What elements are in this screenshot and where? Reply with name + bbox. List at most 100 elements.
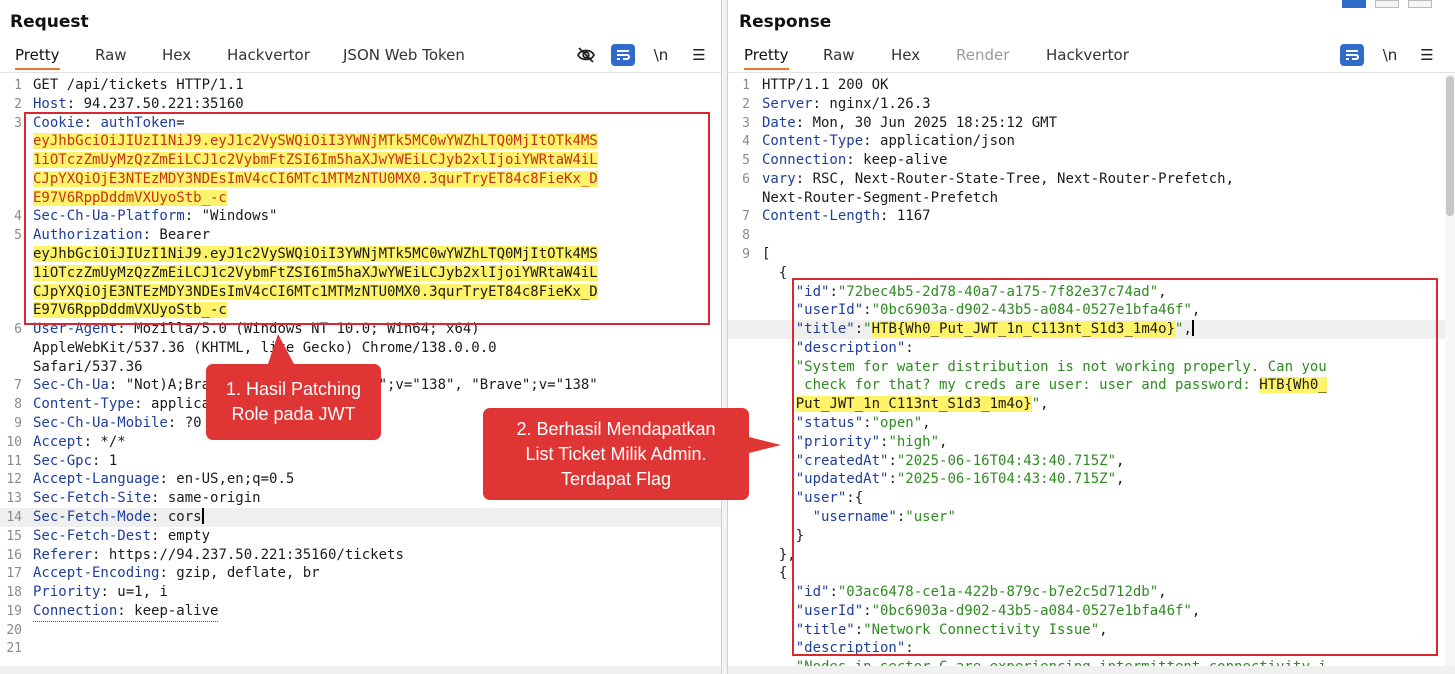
- wrap-lines-icon[interactable]: [611, 44, 635, 66]
- code-token: ,: [922, 415, 931, 432]
- code-line[interactable]: 6 vary: RSC, Next-Router-State-Tree, Next…: [728, 170, 1455, 189]
- menu-icon[interactable]: ☰: [1415, 44, 1439, 66]
- code-line[interactable]: eyJhbGciOiJIUzI1NiJ9.eyJ1c2VySWQiOiI3YWN…: [0, 132, 721, 151]
- code-text: check for that? my creds are user: user …: [762, 376, 1327, 395]
- code-line[interactable]: 19 Connection: keep-alive: [0, 602, 721, 622]
- code-token: ": [1031, 396, 1041, 413]
- code-line[interactable]: "createdAt":"2025-06-16T04:43:40.715Z",: [728, 452, 1455, 471]
- code-line[interactable]: "id":"72bec4b5-2d78-40a7-a175-7f82e37c74…: [728, 283, 1455, 302]
- code-line[interactable]: E97V6RppDddmVXUyoStb_-c: [0, 301, 721, 320]
- code-line[interactable]: "description":: [728, 339, 1455, 358]
- code-line[interactable]: 9[: [728, 245, 1455, 264]
- tab-response-raw[interactable]: Raw: [823, 46, 855, 70]
- request-horizontal-scrollbar[interactable]: [0, 666, 721, 674]
- wrap-lines-icon[interactable]: [1340, 44, 1364, 66]
- line-number: 12: [6, 472, 22, 488]
- code-line[interactable]: 6 User-Agent: Mozilla/5.0 (Windows NT 10.…: [0, 320, 721, 339]
- code-token: Next-Router-Segment-Prefetch: [762, 189, 999, 206]
- tab-response-render[interactable]: Render: [956, 46, 1009, 70]
- code-token: "id": [762, 584, 830, 601]
- code-token: Content-Type: [762, 133, 864, 150]
- layout-button-3[interactable]: [1408, 0, 1432, 8]
- code-text: CJpYXQiOjE3NTEzMDY3NDEsImV4cCI6MTc1MTMzN…: [33, 170, 598, 189]
- code-line[interactable]: 1iOTczZmUyMzQzZmEiLCJ1c2VybmFtZSI6Im5haX…: [0, 151, 721, 170]
- code-line[interactable]: 4 Content-Type: application/json: [728, 132, 1455, 151]
- code-line[interactable]: eyJhbGciOiJIUzI1NiJ9.eyJ1c2VySWQiOiI3YWN…: [0, 245, 721, 264]
- code-line[interactable]: 3 Cookie: authToken=: [0, 114, 721, 133]
- response-horizontal-scrollbar[interactable]: [728, 666, 1455, 674]
- eye-off-icon[interactable]: [574, 44, 598, 66]
- code-line[interactable]: 2 Host: 94.237.50.221:35160: [0, 95, 721, 114]
- code-line[interactable]: },: [728, 546, 1455, 565]
- code-line[interactable]: "id":"03ac6478-ce1a-422b-879c-b7e2c5d712…: [728, 583, 1455, 602]
- layout-button-1[interactable]: [1342, 0, 1366, 8]
- code-token: {: [762, 565, 788, 582]
- code-line[interactable]: check for that? my creds are user: user …: [728, 376, 1455, 395]
- code-line[interactable]: 4 Sec-Ch-Ua-Platform: "Windows": [0, 207, 721, 226]
- code-line[interactable]: 2 Server: nginx/1.26.3: [728, 95, 1455, 114]
- tab-request-hackvertor[interactable]: Hackvertor: [227, 46, 310, 70]
- code-line[interactable]: 18 Priority: u=1, i: [0, 583, 721, 602]
- code-line[interactable]: Put_JWT_1n_C113nt_S1d3_1m4o}",: [728, 395, 1455, 414]
- tab-request-pretty[interactable]: Pretty: [15, 46, 60, 70]
- code-token: :{: [846, 490, 864, 507]
- tab-response-hex[interactable]: Hex: [891, 46, 920, 70]
- tab-response-pretty[interactable]: Pretty: [744, 46, 789, 70]
- code-line[interactable]: "user":{: [728, 489, 1455, 508]
- code-line[interactable]: 5 Authorization: Bearer: [0, 226, 721, 245]
- code-line[interactable]: "title":"HTB{Wh0_Put_JWT_1n_C113nt_S1d3_…: [728, 320, 1455, 340]
- code-text: eyJhbGciOiJIUzI1NiJ9.eyJ1c2VySWQiOiI3YWN…: [33, 245, 598, 264]
- code-token: : keep-alive: [117, 602, 219, 619]
- code-line[interactable]: "username":"user": [728, 508, 1455, 527]
- code-line[interactable]: 1iOTczZmUyMzQzZmEiLCJ1c2VybmFtZSI6Im5haX…: [0, 264, 721, 283]
- code-line[interactable]: CJpYXQiOjE3NTEzMDY3NDEsImV4cCI6MTc1MTMzN…: [0, 170, 721, 189]
- response-editor[interactable]: 1 HTTP/1.1 200 OK 2 Server: nginx/1.26.3 3 Da…: [728, 74, 1455, 674]
- code-line[interactable]: 16 Referer: https://94.237.50.221:35160/t…: [0, 546, 721, 565]
- code-line[interactable]: CJpYXQiOjE3NTEzMDY3NDEsImV4cCI6MTc1MTMzN…: [0, 283, 721, 302]
- code-line[interactable]: "title":"Network Connectivity Issue",: [728, 621, 1455, 640]
- code-line[interactable]: 1 HTTP/1.1 200 OK: [728, 76, 1455, 95]
- code-line[interactable]: E97V6RppDddmVXUyoStb_-c: [0, 189, 721, 208]
- line-number: 15: [6, 528, 22, 544]
- code-line[interactable]: "updatedAt":"2025-06-16T04:43:40.715Z",: [728, 470, 1455, 489]
- response-vertical-scrollbar[interactable]: [1445, 74, 1455, 666]
- code-line[interactable]: "userId":"0bc6903a-d902-43b5-a084-0527e1…: [728, 602, 1455, 621]
- request-title: Request: [10, 12, 89, 32]
- line-number: 1: [742, 78, 750, 93]
- tab-request-json-web-token[interactable]: JSON Web Token: [343, 46, 465, 70]
- code-line[interactable]: {: [728, 264, 1455, 283]
- layout-button-2[interactable]: [1375, 0, 1399, 8]
- callout1-line1: 1. Hasil Patching: [225, 379, 362, 399]
- code-text: Put_JWT_1n_C113nt_S1d3_1m4o}",: [762, 395, 1049, 414]
- code-line[interactable]: 3 Date: Mon, 30 Jun 2025 18:25:12 GMT: [728, 114, 1455, 133]
- code-line[interactable]: AppleWebKit/537.36 (KHTML, like Gecko) C…: [0, 339, 721, 358]
- code-line[interactable]: Next-Router-Segment-Prefetch: [728, 189, 1455, 208]
- code-line[interactable]: 7 Content-Length: 1167: [728, 207, 1455, 226]
- line-number: 6: [14, 322, 22, 338]
- code-line[interactable]: "priority":"high",: [728, 433, 1455, 452]
- newline-toggle-icon[interactable]: \n: [1378, 44, 1402, 66]
- code-line[interactable]: "status":"open",: [728, 414, 1455, 433]
- code-line[interactable]: "System for water distribution is not wo…: [728, 358, 1455, 377]
- code-line[interactable]: 1 GET /api/tickets HTTP/1.1: [0, 76, 721, 95]
- newline-toggle-icon[interactable]: \n: [649, 44, 673, 66]
- code-line[interactable]: 5 Connection: keep-alive: [728, 151, 1455, 170]
- tab-response-hackvertor[interactable]: Hackvertor: [1046, 46, 1129, 70]
- menu-icon[interactable]: ☰: [687, 44, 711, 66]
- code-line[interactable]: 21: [0, 639, 721, 658]
- code-line[interactable]: 17 Accept-Encoding: gzip, deflate, br: [0, 564, 721, 583]
- code-line[interactable]: 14 Sec-Fetch-Mode: cors: [0, 507, 721, 527]
- code-line[interactable]: "description":: [728, 639, 1455, 658]
- code-token: 1iOTczZmUyMzQzZmEiLCJ1c2VybmFtZSI6Im5haX…: [33, 152, 598, 169]
- code-token: "id": [762, 283, 830, 300]
- code-line[interactable]: 15 Sec-Fetch-Dest: empty: [0, 527, 721, 546]
- code-line[interactable]: 8: [728, 226, 1455, 245]
- response-scroll-thumb[interactable]: [1446, 76, 1454, 216]
- code-line[interactable]: }: [728, 527, 1455, 546]
- code-text: Content-Length: 1167: [762, 207, 931, 226]
- tab-request-hex[interactable]: Hex: [162, 46, 191, 70]
- tab-request-raw[interactable]: Raw: [95, 46, 127, 70]
- code-line[interactable]: 20: [0, 621, 721, 640]
- code-line[interactable]: "userId":"0bc6903a-d902-43b5-a084-0527e1…: [728, 301, 1455, 320]
- code-line[interactable]: {: [728, 564, 1455, 583]
